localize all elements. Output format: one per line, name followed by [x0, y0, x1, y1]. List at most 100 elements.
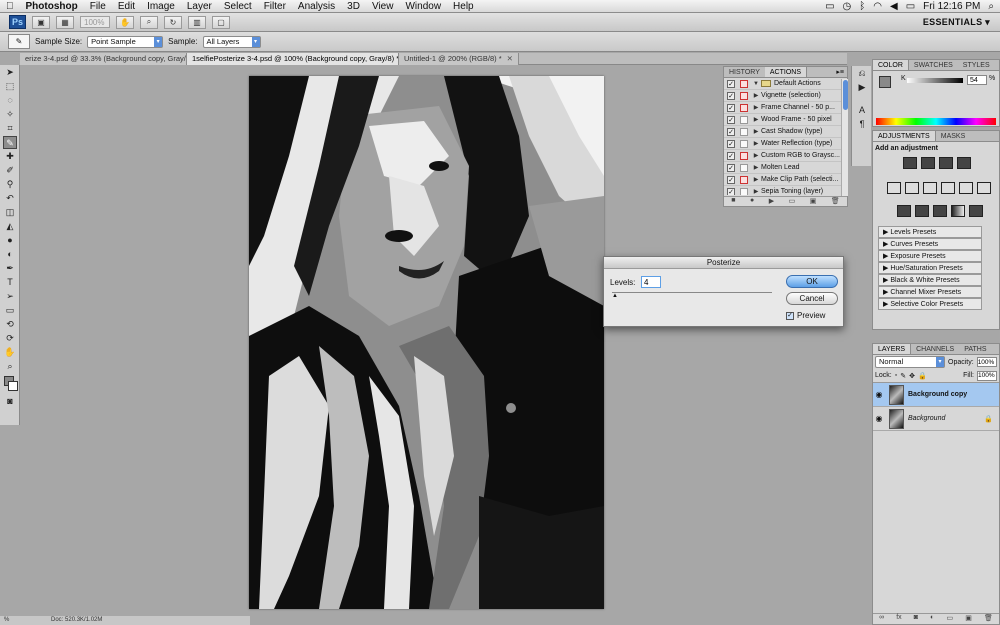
tab-color[interactable]: COLOR: [873, 60, 909, 70]
menu-image[interactable]: Image: [141, 1, 181, 12]
link-layers-icon[interactable]: ∞: [879, 614, 884, 624]
chevron-right-icon[interactable]: ▶: [751, 92, 761, 99]
blur-tool-icon[interactable]: ●: [3, 234, 17, 247]
bluetooth-icon[interactable]: ᛒ: [859, 1, 865, 12]
menu-analysis[interactable]: Analysis: [292, 1, 341, 12]
layer-name[interactable]: Background: [908, 415, 945, 422]
quick-mask-icon[interactable]: ◙: [3, 395, 17, 408]
dialog-toggle-icon[interactable]: [740, 187, 748, 195]
chevron-right-icon[interactable]: ▶: [751, 164, 761, 171]
hand-tool-icon[interactable]: ✋: [116, 15, 134, 29]
tab-document-1[interactable]: erize 3-4.psd @ 33.3% (Background copy, …: [20, 53, 187, 65]
move-tool-icon[interactable]: ➤: [3, 66, 17, 79]
black-white-icon[interactable]: [941, 182, 955, 194]
eye-icon[interactable]: ◉: [873, 390, 885, 399]
history-brush-tool-icon[interactable]: ↶: [3, 192, 17, 205]
checkbox-icon[interactable]: ✓: [727, 139, 735, 148]
rotate-view-icon[interactable]: ↻: [164, 15, 182, 29]
history-panel-icon[interactable]: ⎌: [855, 67, 869, 80]
play-icon[interactable]: ▶: [769, 197, 774, 206]
eraser-tool-icon[interactable]: ◫: [3, 206, 17, 219]
checkbox-icon[interactable]: ✓: [727, 151, 735, 160]
list-item[interactable]: ✓ ▶ Water Reflection (type): [724, 138, 841, 150]
k-slider[interactable]: [907, 78, 963, 83]
tab-document-3[interactable]: Untitled-1 @ 200% (RGB/8) * ✕: [399, 53, 519, 65]
tab-styles[interactable]: STYLES: [958, 60, 995, 70]
dialog-toggle-icon[interactable]: [740, 127, 748, 136]
photo-filter-icon[interactable]: [959, 182, 973, 194]
checkbox-icon[interactable]: ✓: [727, 163, 735, 172]
layer-name[interactable]: Background copy: [908, 391, 967, 398]
dialog-toggle-icon[interactable]: [740, 115, 748, 124]
lock-transparent-icon[interactable]: ▫: [895, 372, 897, 379]
list-item[interactable]: ✓ ▶ Vignette (selection): [724, 90, 841, 102]
wifi-icon[interactable]: ◠: [873, 1, 882, 12]
screen-mode-icon[interactable]: ▢: [212, 15, 230, 29]
scrollbar-thumb[interactable]: [843, 80, 848, 110]
channel-mixer-icon[interactable]: [977, 182, 991, 194]
actions-panel-icon[interactable]: ▶: [855, 81, 869, 94]
menu-layer[interactable]: Layer: [181, 1, 218, 12]
levels-slider-track[interactable]: [612, 292, 772, 293]
spotlight-search-icon[interactable]: ⌕: [988, 1, 994, 12]
document-canvas[interactable]: [249, 76, 604, 609]
checkbox-icon[interactable]: ✓: [727, 91, 735, 100]
dialog-toggle-icon[interactable]: [740, 139, 748, 148]
tab-paths[interactable]: PATHS: [959, 344, 991, 354]
paint-bucket-tool-icon[interactable]: ◭: [3, 220, 17, 233]
zoom-tool-icon[interactable]: ⌕: [3, 360, 17, 373]
new-adjustment-layer-icon[interactable]: ◐: [930, 614, 934, 624]
sample-select[interactable]: All Layers ▾: [202, 35, 261, 48]
lasso-tool-icon[interactable]: ◌: [3, 94, 17, 107]
healing-brush-tool-icon[interactable]: ✚: [3, 150, 17, 163]
clock[interactable]: Fri 12:16 PM: [923, 1, 980, 12]
levels-icon[interactable]: [921, 157, 935, 169]
tab-layers[interactable]: LAYERS: [873, 344, 912, 354]
paragraph-panel-icon[interactable]: ¶: [855, 118, 869, 131]
preview-checkbox[interactable]: ✓: [786, 312, 794, 320]
time-machine-icon[interactable]: ◷: [843, 1, 852, 12]
color-swatches[interactable]: [3, 374, 18, 394]
app-menu[interactable]: Photoshop: [20, 1, 84, 12]
list-item[interactable]: ✓ ▶ Custom RGB to Graysc...: [724, 150, 841, 162]
menu-help[interactable]: Help: [447, 1, 480, 12]
chevron-right-icon[interactable]: ▶: [751, 116, 761, 123]
dialog-toggle-icon[interactable]: [740, 79, 748, 88]
crop-tool-icon[interactable]: ⌗: [3, 122, 17, 135]
checkbox-icon[interactable]: ✓: [727, 115, 735, 124]
lock-all-icon[interactable]: 🔒: [918, 372, 927, 380]
tab-actions[interactable]: ACTIONS: [764, 67, 807, 77]
tab-channels[interactable]: CHANNELS: [911, 344, 959, 354]
clone-stamp-tool-icon[interactable]: ⚲: [3, 178, 17, 191]
layer-style-icon[interactable]: fx: [896, 614, 901, 624]
type-tool-icon[interactable]: T: [3, 276, 17, 289]
checkbox-icon[interactable]: ✓: [727, 175, 735, 184]
preset-levels[interactable]: ▶ Levels Presets: [878, 226, 982, 238]
preset-curves[interactable]: ▶ Curves Presets: [878, 238, 982, 250]
arrange-documents-icon[interactable]: ▥: [188, 15, 206, 29]
trash-icon[interactable]: 🗑: [831, 197, 840, 206]
action-set[interactable]: ✓ ▼ Default Actions: [724, 78, 841, 90]
3d-orbit-tool-icon[interactable]: ⟳: [3, 332, 17, 345]
close-icon[interactable]: ✕: [507, 54, 513, 63]
chevron-right-icon[interactable]: ▶: [751, 152, 761, 159]
display-icon[interactable]: ▭: [825, 1, 834, 12]
dialog-toggle-icon[interactable]: [740, 175, 748, 184]
dialog-toggle-icon[interactable]: [740, 151, 748, 160]
path-selection-tool-icon[interactable]: ➢: [3, 290, 17, 303]
list-item[interactable]: ✓ ▶ Frame Channel - 50 p...: [724, 102, 841, 114]
actions-scrollbar[interactable]: [841, 79, 848, 196]
selective-color-icon[interactable]: [969, 205, 983, 217]
dialog-toggle-icon[interactable]: [740, 103, 748, 112]
chevron-right-icon[interactable]: ▶: [751, 104, 761, 111]
fill-input[interactable]: [977, 370, 997, 381]
foreground-color-swatch[interactable]: [879, 76, 891, 88]
tab-masks[interactable]: MASKS: [936, 131, 971, 141]
quick-selection-tool-icon[interactable]: ✧: [3, 108, 17, 121]
invert-icon[interactable]: [897, 205, 911, 217]
menu-view[interactable]: View: [366, 1, 400, 12]
brightness-contrast-icon[interactable]: [903, 157, 917, 169]
preset-selective-color[interactable]: ▶ Selective Color Presets: [878, 298, 982, 310]
apple-menu-icon[interactable]: : [0, 1, 20, 12]
blend-mode-select[interactable]: Normal ▾: [875, 356, 945, 368]
